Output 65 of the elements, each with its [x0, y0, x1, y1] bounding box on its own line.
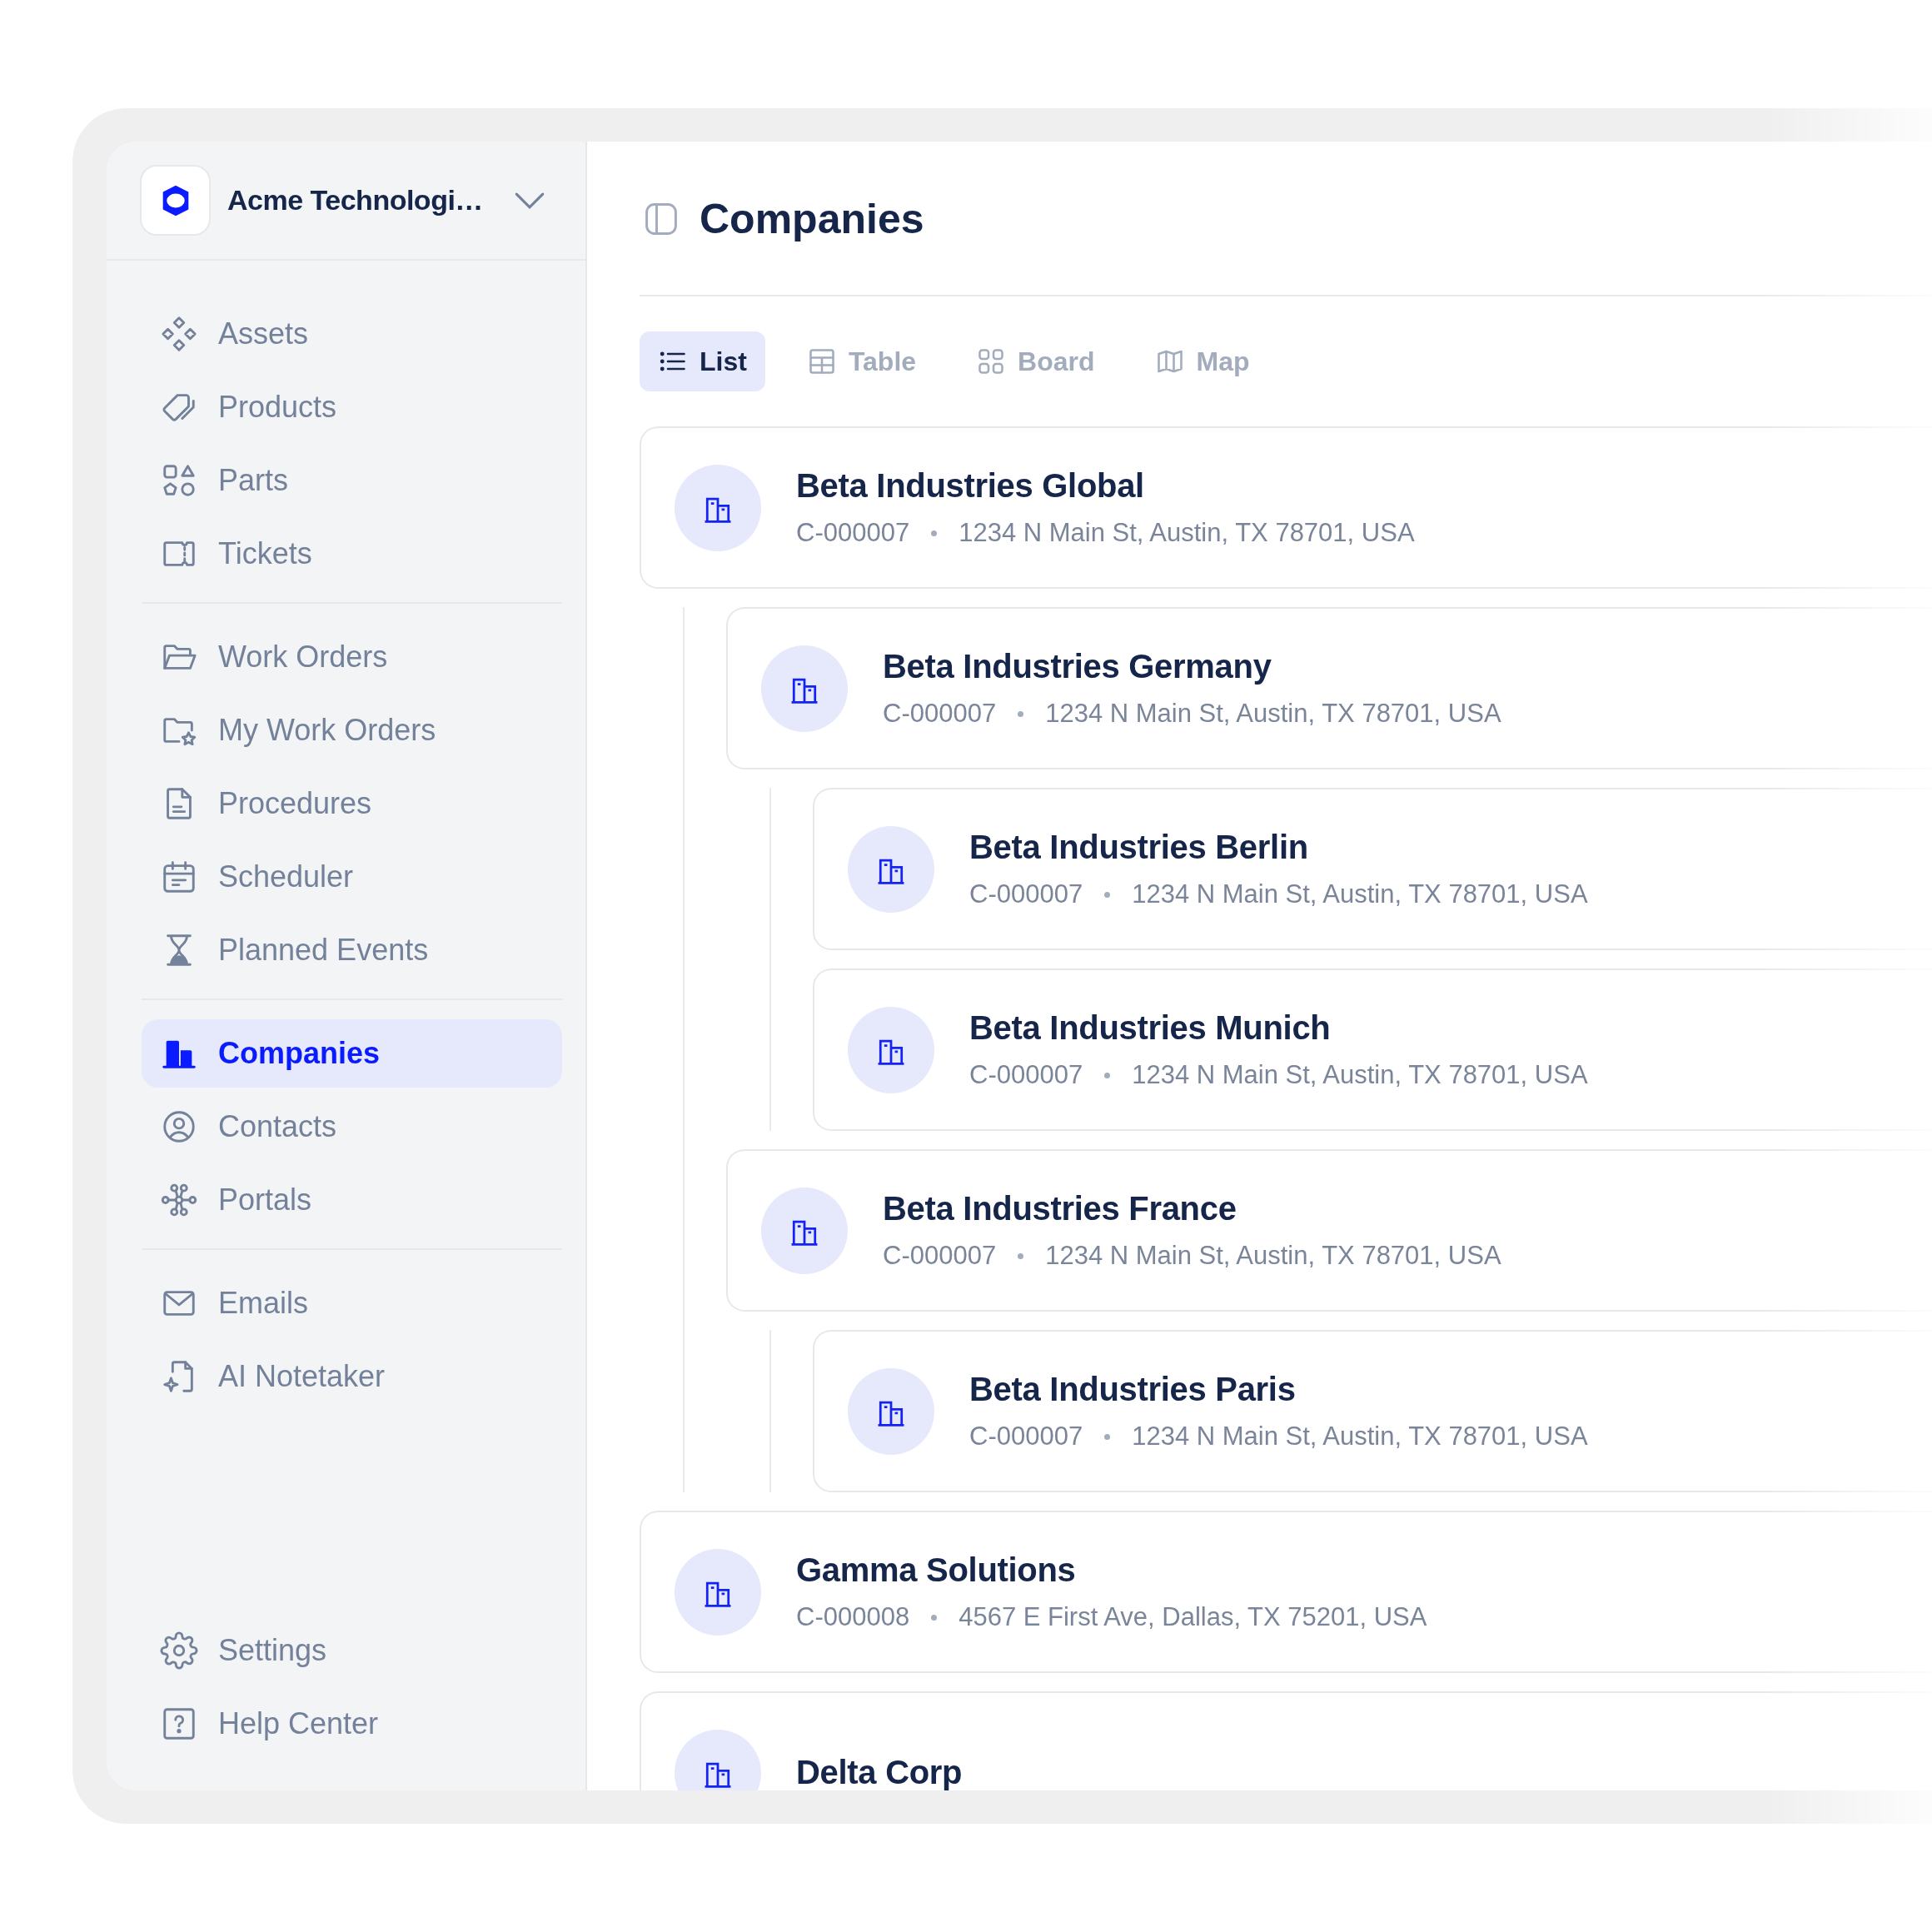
nav-item[interactable]: Contacts: [142, 1093, 562, 1161]
separator-dot: [1104, 1433, 1111, 1440]
nav-item[interactable]: Assets: [142, 300, 562, 368]
company-name: Beta Industries Germany: [883, 648, 1272, 685]
nav-item[interactable]: Work Orders: [142, 623, 562, 691]
separator-dot: [931, 530, 938, 536]
company-address: 1234 N Main St, Austin, TX 78701, USA: [1132, 1060, 1588, 1090]
separator-dot: [1018, 1252, 1024, 1259]
company-address: 1234 N Main St, Austin, TX 78701, USA: [1045, 699, 1501, 729]
nav-item[interactable]: Help Center: [142, 1690, 562, 1758]
company-card[interactable]: Delta Corp: [640, 1691, 1932, 1790]
nav-item[interactable]: Emails: [142, 1269, 562, 1337]
logo-icon: [140, 165, 211, 236]
chevron-down-icon[interactable]: [514, 191, 545, 210]
view-tab[interactable]: Table: [788, 331, 935, 391]
diamonds-icon: [160, 315, 198, 353]
company-address: 1234 N Main St, Austin, TX 78701, USA: [1132, 1422, 1588, 1451]
settings-icon: [160, 1631, 198, 1670]
company-name: Delta Corp: [796, 1754, 963, 1790]
company-address: 4567 E First Ave, Dallas, TX 75201, USA: [959, 1602, 1427, 1632]
separator-dot: [1104, 891, 1111, 898]
company-code: C-000007: [969, 1060, 1083, 1090]
company-code: C-000007: [883, 1241, 997, 1271]
nav-item[interactable]: Portals: [142, 1166, 562, 1234]
separator-dot: [1104, 1072, 1111, 1078]
nav-item[interactable]: My Work Orders: [142, 696, 562, 764]
view-tab[interactable]: List: [640, 331, 765, 391]
view-tab[interactable]: Board: [958, 331, 1113, 391]
company-card[interactable]: Beta Industries Paris C-000007 1234 N Main St, Austin, TX 78701, USA: [813, 1330, 1932, 1492]
separator-dot: [931, 1614, 938, 1621]
nav-item[interactable]: Planned Events: [142, 916, 562, 984]
company-name: Gamma Solutions: [796, 1551, 1077, 1589]
company-card[interactable]: Beta Industries Germany C-000007 1234 N Main St, Austin, TX 78701, USA: [726, 607, 1932, 769]
nav-item[interactable]: Tickets: [142, 520, 562, 588]
nav-item[interactable]: Scheduler: [142, 843, 562, 911]
view-tab[interactable]: Map: [1136, 331, 1268, 391]
company-code: C-000007: [969, 1422, 1083, 1451]
company-card[interactable]: Beta Industries Global C-000007 1234 N Main St, Austin, TX 78701, USA: [640, 426, 1932, 589]
nav-item[interactable]: Procedures: [142, 769, 562, 838]
company-address: 1234 N Main St, Austin, TX 78701, USA: [959, 518, 1415, 548]
company-name: Beta Industries France: [883, 1190, 1237, 1227]
company-name: Beta Industries Berlin: [969, 829, 1309, 866]
page-title: Companies: [700, 195, 924, 243]
company-card[interactable]: Beta Industries France C-000007 1234 N Main St, Austin, TX 78701, USA: [726, 1149, 1932, 1312]
nav-item[interactable]: Settings: [142, 1616, 562, 1685]
company-code: C-000007: [883, 699, 997, 729]
company-address: 1234 N Main St, Austin, TX 78701, USA: [1045, 1241, 1501, 1271]
sidebar-toggle-icon[interactable]: [643, 201, 680, 237]
workspace-name: Acme Technologi…: [227, 184, 483, 217]
company-name: Beta Industries Paris: [969, 1371, 1297, 1408]
separator-dot: [1018, 710, 1024, 717]
nav-item[interactable]: Products: [142, 373, 562, 441]
workspace-header[interactable]: Acme Technologi…: [107, 142, 585, 261]
company-code: C-000007: [969, 879, 1083, 909]
company-name: Beta Industries Global: [796, 467, 1145, 505]
nav-item[interactable]: Companies: [142, 1019, 562, 1088]
company-card[interactable]: Beta Industries Munich C-000007 1234 N Main St, Austin, TX 78701, USA: [813, 968, 1932, 1131]
company-address: 1234 N Main St, Austin, TX 78701, USA: [1132, 879, 1588, 909]
company-code: C-000008: [796, 1602, 910, 1632]
company-card[interactable]: Gamma Solutions C-000008 4567 E First Ave, Dallas, TX 75201, USA: [640, 1511, 1932, 1673]
nav-item[interactable]: AI Notetaker: [142, 1342, 562, 1411]
company-code: C-000007: [796, 518, 910, 548]
company-card[interactable]: Beta Industries Berlin C-000007 1234 N Main St, Austin, TX 78701, USA: [813, 788, 1932, 950]
nav-item[interactable]: Parts: [142, 446, 562, 515]
company-name: Beta Industries Munich: [969, 1009, 1332, 1047]
